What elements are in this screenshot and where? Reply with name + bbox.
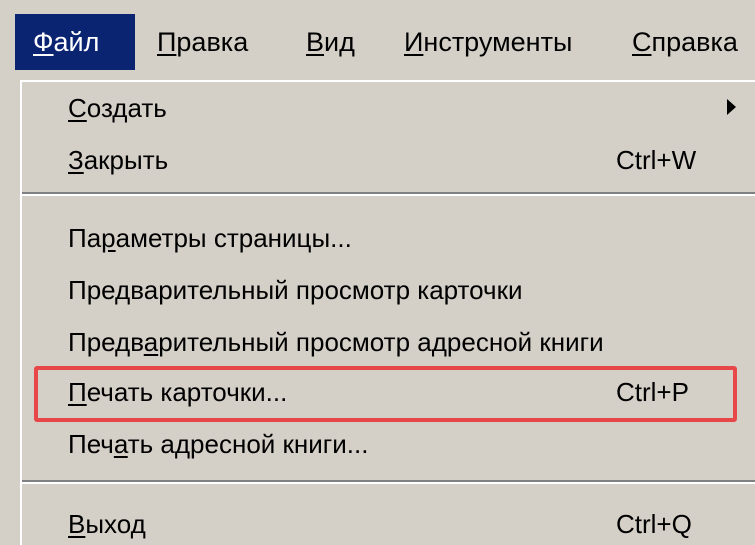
- menu-bar: Файл Правка Вид Инструменты Справка: [0, 0, 755, 82]
- menu-item-print-address-book-label: Печать адресной книги...: [68, 429, 369, 459]
- menu-separator: [22, 480, 755, 484]
- menu-view[interactable]: Вид: [306, 14, 355, 70]
- menu-item-exit-label: Выход: [68, 509, 146, 539]
- menu-item-create[interactable]: Создать: [22, 82, 755, 134]
- menu-item-close[interactable]: Закрыть Ctrl+W: [22, 134, 755, 186]
- menu-item-page-setup[interactable]: Параметры страницы...: [22, 212, 755, 264]
- menu-item-close-label: Закрыть: [68, 145, 169, 175]
- menu-item-preview-card-label: Предварительный просмотр карточки: [68, 275, 523, 305]
- menu-edit[interactable]: Правка: [157, 14, 248, 70]
- menu-separator: [22, 192, 755, 196]
- menu-item-preview-address-book-label: Предварительный просмотр адресной книги: [68, 327, 604, 357]
- menu-item-preview-address-book[interactable]: Предварительный просмотр адресной книги: [22, 316, 755, 368]
- menu-item-preview-card[interactable]: Предварительный просмотр карточки: [22, 264, 755, 316]
- menu-help[interactable]: Справка: [632, 14, 738, 70]
- menu-file-rest: айл: [53, 27, 100, 57]
- menu-item-page-setup-label: Параметры страницы...: [68, 223, 352, 253]
- menu-tools[interactable]: Инструменты: [404, 14, 572, 70]
- submenu-arrow-icon: [727, 99, 736, 115]
- menu-item-print-address-book[interactable]: Печать адресной книги...: [22, 418, 755, 470]
- file-dropdown-menu: Создать Закрыть Ctrl+W Параметры страниц…: [20, 80, 755, 545]
- highlight-annotation-box: [34, 366, 737, 422]
- menu-file[interactable]: Файл: [15, 14, 135, 70]
- menu-item-create-label: Создать: [68, 93, 167, 123]
- menu-item-exit-shortcut: Ctrl+Q: [616, 509, 692, 539]
- menu-item-close-shortcut: Ctrl+W: [616, 145, 697, 175]
- application-window: Файл Правка Вид Инструменты Справка Созд…: [0, 0, 755, 545]
- menu-item-exit[interactable]: Выход Ctrl+Q: [22, 498, 755, 545]
